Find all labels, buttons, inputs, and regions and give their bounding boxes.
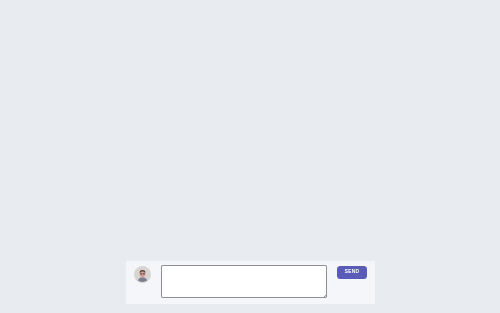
message-input[interactable] bbox=[161, 265, 327, 298]
user-avatar bbox=[134, 266, 151, 283]
message-composer: SEND bbox=[126, 261, 375, 304]
send-button[interactable]: SEND bbox=[337, 266, 367, 279]
avatar-icon bbox=[135, 267, 150, 282]
